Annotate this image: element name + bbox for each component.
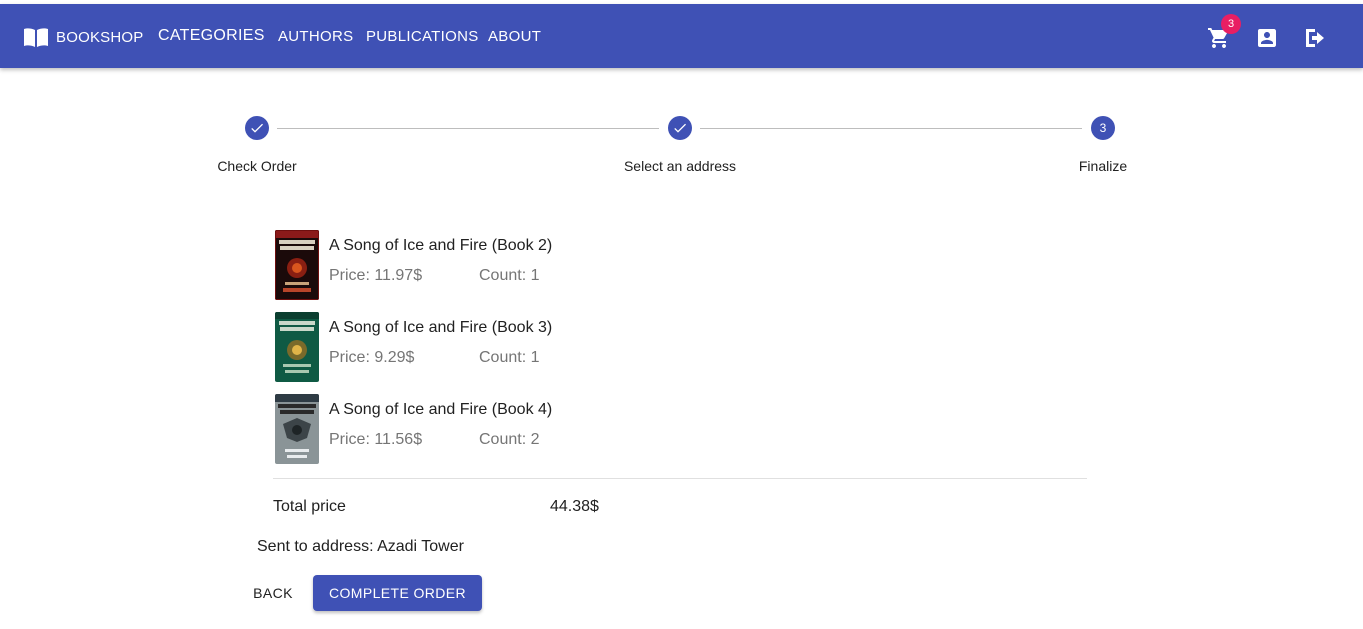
brand-label: BOOKSHOP (56, 28, 144, 46)
account-box-icon[interactable] (1255, 26, 1279, 50)
book-open-icon (24, 27, 48, 47)
order-divider (273, 478, 1087, 479)
cart-count-badge: 3 (1221, 14, 1241, 34)
book-title: A Song of Ice and Fire (Book 2) (329, 237, 553, 254)
step-label-finalize: Finalize (1078, 158, 1128, 174)
app-bar: BOOKSHOP CATEGORIES AUTHORS PUBLICATIONS… (0, 4, 1363, 68)
nav-categories[interactable]: CATEGORIES (158, 27, 265, 45)
nav-authors[interactable]: AUTHORS (278, 28, 353, 45)
complete-order-button[interactable]: COMPLETE ORDER (313, 575, 482, 611)
book-count: Count: 2 (479, 431, 540, 448)
book-title: A Song of Ice and Fire (Book 4) (329, 401, 553, 418)
book-count: Count: 1 (479, 267, 540, 284)
book-price: Price: 9.29$ (329, 349, 415, 366)
nav-about[interactable]: ABOUT (488, 28, 541, 45)
book-cover-image (275, 394, 319, 464)
book-price: Price: 11.56$ (329, 431, 423, 448)
book-cover-image (275, 230, 319, 300)
step-3-number: 3 (1091, 116, 1115, 140)
book-price: Price: 11.97$ (329, 267, 423, 284)
nav-publications[interactable]: PUBLICATIONS (366, 28, 479, 45)
shipping-address: Sent to address: Azadi Tower (257, 538, 464, 555)
book-count: Count: 1 (479, 349, 540, 366)
book-cover-image (275, 312, 319, 382)
logout-icon[interactable] (1303, 26, 1327, 50)
total-price-label: Total price (273, 498, 346, 515)
back-button[interactable]: BACK (241, 576, 305, 610)
stepper-connector-2 (700, 128, 1082, 129)
step-1-check-icon (245, 116, 269, 140)
brand-link[interactable]: BOOKSHOP (24, 26, 143, 48)
stepper-connector-1 (277, 128, 659, 129)
total-price-value: 44.38$ (550, 498, 599, 515)
step-label-check-order: Check Order (217, 158, 297, 174)
step-label-select-address: Select an address (623, 158, 737, 174)
book-title: A Song of Ice and Fire (Book 3) (329, 319, 553, 336)
step-2-check-icon (668, 116, 692, 140)
